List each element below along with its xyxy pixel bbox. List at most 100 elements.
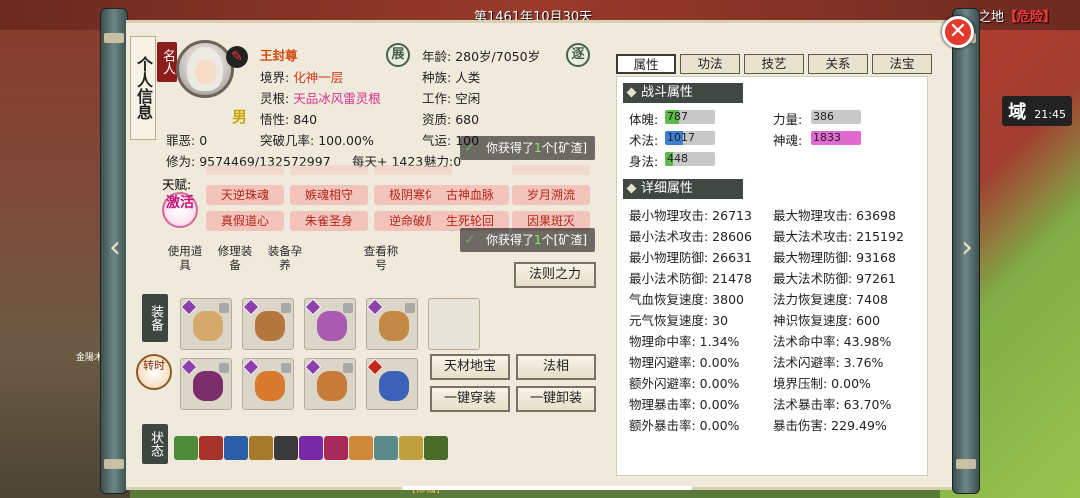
one-key-unequip-button[interactable]: 一键卸装 [516, 386, 596, 412]
status-effect-icon[interactable] [324, 436, 348, 460]
spirit-root: 灵根: 天品冰风雷灵根 [260, 91, 381, 106]
equip-slot-ring[interactable] [304, 358, 356, 410]
talent-item[interactable]: 真假道心 [206, 211, 284, 231]
treasure-button[interactable]: 天材地宝 [430, 354, 510, 380]
grade-icon [180, 358, 198, 376]
lock-icon [281, 363, 291, 373]
ring-icon [317, 371, 347, 401]
equip-slot-empty[interactable] [428, 298, 480, 350]
equip-slot-blade[interactable] [366, 358, 418, 410]
status-effect-icon[interactable] [199, 436, 223, 460]
activate-talent-button[interactable]: 激活 [162, 192, 198, 228]
tick-icon: ✓ [464, 140, 476, 156]
prev-arrow-icon[interactable]: ‹ [103, 228, 127, 268]
grade-icon [242, 298, 260, 316]
timer-icon[interactable]: 转时 [136, 354, 172, 390]
combat-section-title: 战斗属性 [623, 83, 743, 103]
status-effect-icon[interactable] [174, 436, 198, 460]
equip-slot-robe[interactable] [180, 298, 232, 350]
talent-item[interactable]: 朱雀圣身 [290, 211, 368, 231]
status-effect-icon[interactable] [399, 436, 423, 460]
tab-arts[interactable]: 技艺 [744, 54, 804, 74]
tab-treasures[interactable]: 法宝 [872, 54, 932, 74]
robe-icon [193, 311, 223, 341]
equipment-label: 装备 [142, 294, 168, 342]
status-effect-icon[interactable] [374, 436, 398, 460]
detail-stat: 额外闪避率: 0.00% [629, 376, 740, 391]
talent-hidden-1 [206, 165, 284, 175]
close-button[interactable]: ✕ [942, 16, 974, 48]
equip-slot-orb[interactable] [242, 358, 294, 410]
orb-icon [255, 371, 285, 401]
aptitude: 资质: 680 [422, 112, 480, 127]
detail-stat: 最大物理防御: 93168 [773, 250, 896, 265]
toast-notification: ✓ 你获得了1个[矿渣] [460, 136, 596, 160]
status-effect-icon[interactable] [349, 436, 373, 460]
stat-strength-bar: 386 [811, 110, 861, 124]
home-indicator[interactable] [402, 486, 692, 490]
tab-skills[interactable]: 功法 [680, 54, 740, 74]
stat-strength-label: 力量: [773, 112, 803, 127]
talent-item[interactable]: 古神血脉 [431, 185, 509, 205]
grade-icon [366, 358, 384, 376]
status-effect-icon[interactable] [299, 436, 323, 460]
talent-hidden-2 [290, 165, 368, 175]
talent-label: 天赋: [162, 177, 192, 192]
tab-relations[interactable]: 关系 [808, 54, 868, 74]
status-effect-icon[interactable] [274, 436, 298, 460]
region-badge: 域 21:45 [1002, 96, 1072, 126]
tab-attributes[interactable]: 属性 [616, 54, 676, 74]
expand-seal-button[interactable]: 展 [386, 43, 410, 67]
escape-seal-button[interactable]: 逐 [566, 43, 590, 67]
equip-slot-sword[interactable] [242, 298, 294, 350]
equip-slot-necklace[interactable] [304, 298, 356, 350]
avatar-face [195, 59, 217, 85]
grade-icon [180, 298, 198, 316]
stat-spell-label: 术法: [629, 133, 659, 148]
status-effects [174, 436, 448, 460]
talent-item[interactable]: 嫉魂相守 [290, 185, 368, 205]
detail-stat: 法术闪避率: 3.76% [773, 355, 884, 370]
lock-icon [343, 303, 353, 313]
detail-stat: 最小法术防御: 21478 [629, 271, 752, 286]
talent-item[interactable]: 天逆珠魂 [206, 185, 284, 205]
status-effect-icon[interactable] [424, 436, 448, 460]
status-effect-icon[interactable] [224, 436, 248, 460]
next-arrow-icon[interactable]: › [955, 228, 979, 268]
stat-agility-bar: 448 [665, 152, 715, 166]
stat-hp-label: 体魄: [629, 112, 659, 127]
equip-slot-cape[interactable] [180, 358, 232, 410]
toast-notification: ✓ 你获得了1个[矿渣] [460, 228, 596, 252]
detail-stat: 法术暴击率: 63.70% [773, 397, 892, 412]
talent-item[interactable]: 岁月溯流 [512, 185, 590, 205]
grade-icon [366, 298, 384, 316]
equip-slot-boots[interactable] [366, 298, 418, 350]
use-item-button[interactable]: 使用道具 [164, 238, 206, 280]
stat-agility-label: 身法: [629, 154, 659, 169]
character-name[interactable]: 王封尊 [260, 45, 298, 64]
necklace-icon [317, 311, 347, 341]
repair-equip-button[interactable]: 修理装备 [214, 238, 256, 280]
brush-icon[interactable]: ✎ [226, 46, 248, 68]
talent-hidden-4 [512, 165, 590, 175]
stat-soul-bar: 1833 [811, 131, 861, 145]
detail-stat: 物理命中率: 1.34% [629, 334, 740, 349]
stat-spell-bar: 1017 [665, 131, 715, 145]
detail-stat: 暴击伤害: 229.49% [773, 418, 887, 433]
detail-stat: 最大法术防御: 97261 [773, 271, 896, 286]
lock-icon [281, 303, 291, 313]
one-key-equip-button[interactable]: 一键穿装 [430, 386, 510, 412]
law-power-button[interactable]: 法则之力 [514, 262, 596, 288]
detail-stat: 额外暴击率: 0.00% [629, 418, 740, 433]
equip-cultivate-button[interactable]: 装备孕养 [264, 238, 306, 280]
detail-stat: 元气恢复速度: 30 [629, 313, 729, 328]
dharma-button[interactable]: 法相 [516, 354, 596, 380]
cape-icon [193, 371, 223, 401]
view-title-button[interactable]: 查看称号 [360, 238, 402, 280]
status-effect-icon[interactable] [249, 436, 273, 460]
grade-icon [304, 298, 322, 316]
name-seal[interactable]: 名人 [157, 42, 177, 82]
talent-hidden-3 [374, 165, 452, 175]
insight: 悟性: 840 [260, 112, 318, 127]
lock-icon [219, 363, 229, 373]
